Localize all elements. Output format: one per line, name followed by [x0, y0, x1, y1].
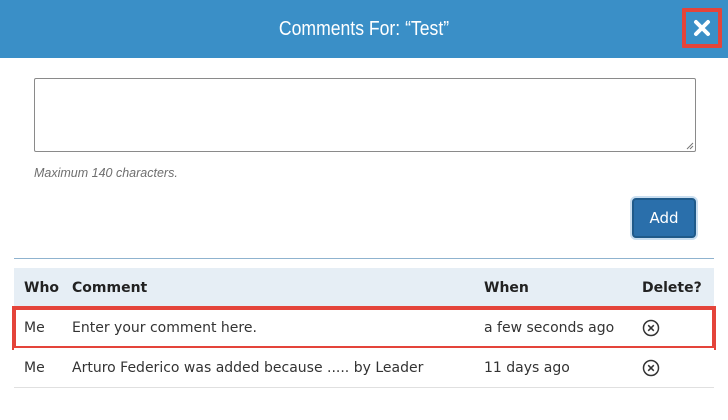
table-header: Who Comment When Delete?	[14, 268, 714, 308]
header-delete: Delete?	[642, 280, 702, 296]
cell-comment: Enter your comment here.	[72, 320, 257, 336]
header-who: Who	[24, 280, 60, 296]
delete-circle-x-icon[interactable]	[642, 319, 660, 337]
close-icon	[694, 20, 710, 36]
divider	[14, 258, 714, 259]
cell-comment: Arturo Federico was added because ..... …	[72, 360, 424, 376]
resize-grip-icon[interactable]	[684, 140, 694, 150]
close-button[interactable]	[682, 8, 722, 48]
cell-when: 11 days ago	[484, 360, 570, 376]
dialog-title: Comments For: “Test”	[278, 18, 450, 40]
delete-circle-x-icon[interactable]	[642, 359, 660, 377]
table-row: Me Enter your comment here. a few second…	[12, 306, 716, 350]
header-when: When	[484, 280, 529, 296]
header-comment: Comment	[72, 280, 148, 296]
comments-table: Who Comment When Delete? Me Enter your c…	[12, 268, 716, 388]
comment-input[interactable]	[34, 78, 696, 152]
dialog-header: Comments For: “Test”	[0, 0, 728, 58]
character-limit-hint: Maximum 140 characters.	[34, 166, 178, 180]
cell-when: a few seconds ago	[484, 320, 615, 336]
cell-who: Me	[24, 360, 45, 376]
table-row: Me Arturo Federico was added because ...…	[14, 348, 714, 388]
cell-who: Me	[24, 320, 45, 336]
add-button[interactable]: Add	[632, 198, 696, 238]
